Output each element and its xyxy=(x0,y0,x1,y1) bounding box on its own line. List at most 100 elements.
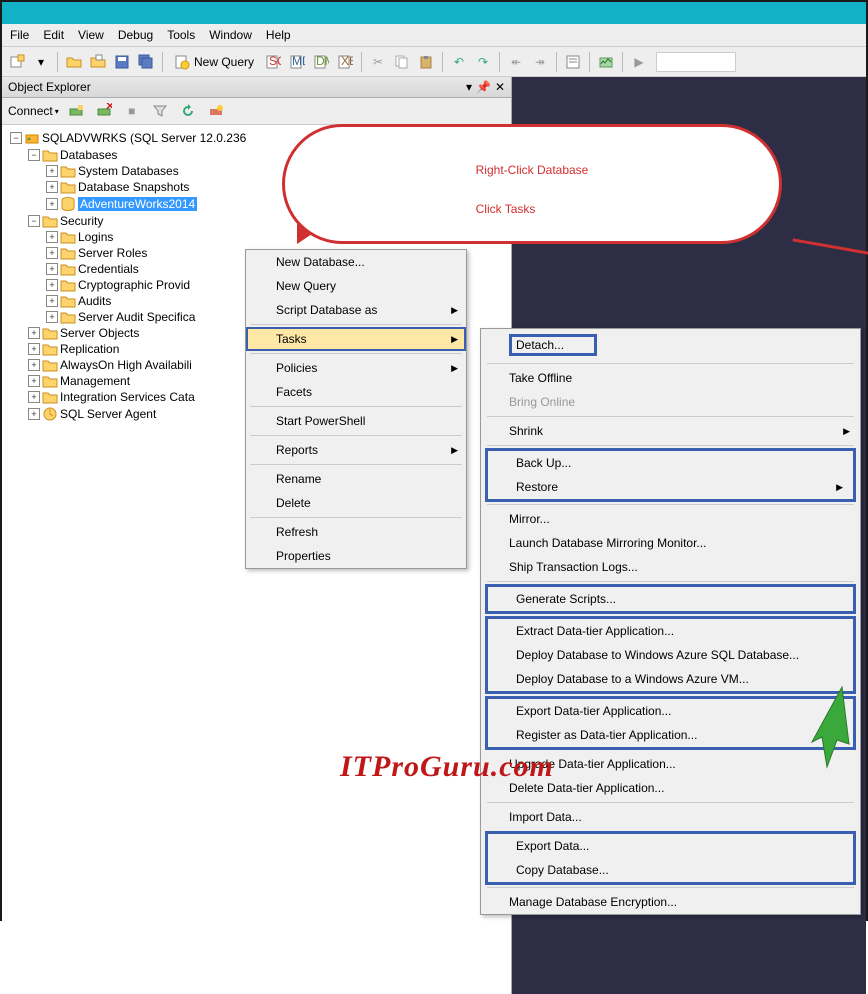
sub-detach[interactable]: Detach... xyxy=(481,329,860,361)
separator xyxy=(487,887,854,888)
copy-icon[interactable] xyxy=(391,51,413,73)
dropdown-icon[interactable]: ▾ xyxy=(466,80,472,94)
sub-export-data[interactable]: Export Data... xyxy=(488,834,853,858)
disconnect-icon[interactable]: ✕ xyxy=(93,100,115,122)
properties-icon[interactable] xyxy=(562,51,584,73)
ctx-new-query[interactable]: New Query xyxy=(246,274,466,298)
ctx-tasks[interactable]: Tasks▶ xyxy=(246,327,466,351)
ctx-delete[interactable]: Delete xyxy=(246,491,466,515)
highlight-export-copy: Export Data... Copy Database... xyxy=(485,831,856,885)
open-file-icon[interactable] xyxy=(87,51,109,73)
folder-icon xyxy=(42,214,58,228)
ctx-policies[interactable]: Policies▶ xyxy=(246,356,466,380)
folder-icon xyxy=(42,374,58,388)
server-icon xyxy=(24,130,40,146)
ctx-reports[interactable]: Reports▶ xyxy=(246,438,466,462)
folder-icon xyxy=(60,164,76,178)
sub-manage-encryption[interactable]: Manage Database Encryption... xyxy=(481,890,860,914)
db-query-icon[interactable]: SQL xyxy=(262,51,284,73)
sub-import-data[interactable]: Import Data... xyxy=(481,805,860,829)
paste-icon[interactable] xyxy=(415,51,437,73)
sub-mirror[interactable]: Mirror... xyxy=(481,507,860,531)
new-project-icon[interactable] xyxy=(6,51,28,73)
panel-title: Object Explorer xyxy=(8,80,91,94)
ctx-new-database[interactable]: New Database... xyxy=(246,250,466,274)
menu-help[interactable]: Help xyxy=(266,28,291,42)
sub-shrink[interactable]: Shrink▶ xyxy=(481,419,860,443)
ctx-script-database[interactable]: Script Database as▶ xyxy=(246,298,466,322)
menu-edit[interactable]: Edit xyxy=(43,28,64,42)
redo-icon[interactable]: ↷ xyxy=(472,51,494,73)
folder-icon xyxy=(60,262,76,276)
ctx-start-powershell[interactable]: Start PowerShell xyxy=(246,409,466,433)
debug-target-combo[interactable] xyxy=(656,52,736,72)
separator xyxy=(162,52,163,72)
policy-icon[interactable] xyxy=(205,100,227,122)
new-query-button[interactable]: New Query xyxy=(168,52,260,72)
svg-text:MDX: MDX xyxy=(292,54,305,68)
separator xyxy=(556,52,557,72)
separator xyxy=(499,52,500,72)
folder-icon xyxy=(42,148,58,162)
mdx-icon[interactable]: MDX xyxy=(286,51,308,73)
annotation-green-arrow xyxy=(797,682,857,772)
separator xyxy=(487,416,854,417)
ctx-rename[interactable]: Rename xyxy=(246,467,466,491)
close-icon[interactable]: ✕ xyxy=(495,80,505,94)
sub-copy-database[interactable]: Copy Database... xyxy=(488,858,853,882)
folder-icon xyxy=(60,246,76,260)
tasks-submenu: Detach... Take Offline Bring Online Shri… xyxy=(480,328,861,915)
sub-generate-scripts[interactable]: Generate Scripts... xyxy=(488,587,853,611)
nav-fwd-icon[interactable]: ↠ xyxy=(529,51,551,73)
separator xyxy=(487,363,854,364)
separator xyxy=(622,52,623,72)
folder-icon xyxy=(42,390,58,404)
save-all-icon[interactable] xyxy=(135,51,157,73)
filter-icon[interactable] xyxy=(149,100,171,122)
ctx-properties[interactable]: Properties xyxy=(246,544,466,568)
highlight-generate-scripts: Generate Scripts... xyxy=(485,584,856,614)
svg-text:XE: XE xyxy=(341,54,353,68)
dmx-icon[interactable]: DMX xyxy=(310,51,332,73)
separator xyxy=(589,52,590,72)
open-icon[interactable] xyxy=(63,51,85,73)
menu-debug[interactable]: Debug xyxy=(118,28,153,42)
watermark-text: ITProGuru.com xyxy=(340,750,554,784)
sub-deploy-azure-sql[interactable]: Deploy Database to Windows Azure SQL Dat… xyxy=(488,643,853,667)
refresh-icon[interactable] xyxy=(177,100,199,122)
nav-back-icon[interactable]: ↞ xyxy=(505,51,527,73)
submenu-arrow-icon: ▶ xyxy=(451,334,458,345)
sub-take-offline[interactable]: Take Offline xyxy=(481,366,860,390)
separator xyxy=(487,504,854,505)
sub-extract-dta[interactable]: Extract Data-tier Application... xyxy=(488,619,853,643)
xmla-icon[interactable]: XE xyxy=(334,51,356,73)
ctx-facets[interactable]: Facets xyxy=(246,380,466,404)
callout-line1: Right-Click Database xyxy=(476,163,589,177)
activity-icon[interactable] xyxy=(595,51,617,73)
sub-launch-mirror-monitor[interactable]: Launch Database Mirroring Monitor... xyxy=(481,531,860,555)
stop-icon[interactable]: ■ xyxy=(121,100,143,122)
folder-icon xyxy=(42,358,58,372)
menu-file[interactable]: File xyxy=(10,28,29,42)
separator xyxy=(487,802,854,803)
sub-restore[interactable]: Restore▶ xyxy=(488,475,853,499)
connect-icon[interactable] xyxy=(65,100,87,122)
sub-backup[interactable]: Back Up... xyxy=(488,451,853,475)
undo-icon[interactable]: ↶ xyxy=(448,51,470,73)
folder-icon xyxy=(60,294,76,308)
menu-view[interactable]: View xyxy=(78,28,104,42)
cut-icon[interactable]: ✂ xyxy=(367,51,389,73)
dropdown-icon[interactable]: ▾ xyxy=(30,51,52,73)
separator xyxy=(442,52,443,72)
separator xyxy=(487,581,854,582)
submenu-arrow-icon: ▶ xyxy=(451,445,458,456)
connect-button[interactable]: Connect▾ xyxy=(8,104,59,118)
sub-ship-tx-logs[interactable]: Ship Transaction Logs... xyxy=(481,555,860,579)
pin-icon[interactable]: 📌 xyxy=(476,80,491,94)
menu-window[interactable]: Window xyxy=(209,28,252,42)
menu-tools[interactable]: Tools xyxy=(167,28,195,42)
new-query-label: New Query xyxy=(194,55,254,69)
save-icon[interactable] xyxy=(111,51,133,73)
ctx-refresh[interactable]: Refresh xyxy=(246,520,466,544)
play-icon[interactable]: ▶ xyxy=(628,51,650,73)
